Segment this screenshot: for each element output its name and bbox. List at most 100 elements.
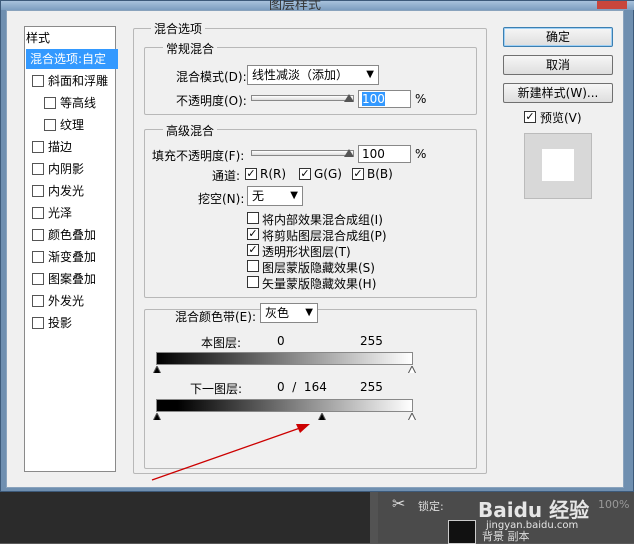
style-item-label: 外发光 <box>48 294 85 308</box>
advanced-option-label: 透明形状图层(T) <box>262 245 351 259</box>
advanced-option-checkbox[interactable] <box>247 260 259 272</box>
style-item[interactable]: 颜色叠加 <box>26 225 114 245</box>
opacity-unit: % <box>415 92 427 106</box>
opacity-value: 100 <box>362 92 385 106</box>
advanced-option-label: 将内部效果混合成组(I) <box>262 213 383 227</box>
style-item[interactable]: 光泽 <box>26 203 114 223</box>
style-item-checkbox[interactable] <box>32 184 44 197</box>
style-item-checkbox[interactable] <box>32 294 44 307</box>
preview-checkbox[interactable]: ✓ <box>524 111 536 123</box>
canvas-area <box>0 492 370 543</box>
style-item[interactable]: 等高线 <box>26 93 114 113</box>
this-layer-black-slider[interactable] <box>153 366 161 373</box>
underlying-high-value: 255 <box>360 380 383 394</box>
opacity-slider[interactable] <box>251 95 354 101</box>
style-item[interactable]: 图案叠加 <box>26 269 114 289</box>
style-item[interactable]: 渐变叠加 <box>26 247 114 267</box>
style-item[interactable]: 斜面和浮雕 <box>26 71 114 91</box>
channel-b-label: B(B) <box>367 167 393 181</box>
style-item[interactable]: 混合选项:自定 <box>26 49 118 69</box>
opacity-slider-thumb[interactable] <box>344 94 354 102</box>
chevron-down-icon: ▼ <box>290 190 298 201</box>
styles-list: 样式 混合选项:自定斜面和浮雕等高线纹理描边内阴影内发光光泽颜色叠加渐变叠加图案… <box>24 26 118 472</box>
advanced-option-label: 矢量蒙版隐藏效果(H) <box>262 277 377 291</box>
style-item-label: 等高线 <box>60 96 97 110</box>
fill-opacity-slider-thumb[interactable] <box>344 149 354 157</box>
style-item[interactable]: 内阴影 <box>26 159 114 179</box>
blend-mode-select[interactable]: 线性减淡（添加） ▼ <box>247 65 379 85</box>
style-item-label: 图案叠加 <box>48 272 97 286</box>
layer-thumbnail[interactable] <box>448 520 476 544</box>
style-item-label: 纹理 <box>60 118 85 132</box>
style-item-label: 渐变叠加 <box>48 250 97 264</box>
channel-r-label: R(R) <box>260 167 287 181</box>
close-button[interactable] <box>597 1 627 9</box>
new-style-button[interactable]: 新建样式(W)... <box>503 83 613 103</box>
lock-label: 锁定: <box>418 500 444 513</box>
style-item-label: 内发光 <box>48 184 85 198</box>
style-item-label: 内阴影 <box>48 162 85 176</box>
blend-mode-value: 线性减淡（添加） <box>252 68 349 82</box>
blend-if-select[interactable]: 灰色 ▼ <box>260 303 318 323</box>
fill-opacity-input[interactable]: 100 <box>358 145 411 163</box>
style-item-label: 颜色叠加 <box>48 228 97 242</box>
baidu-watermark-url: jingyan.baidu.com <box>486 520 579 531</box>
style-item[interactable]: 描边 <box>26 137 114 157</box>
style-item-label: 光泽 <box>48 206 73 220</box>
channel-r-checkbox[interactable]: ✓ <box>245 168 257 180</box>
opacity-input[interactable]: 100 <box>358 90 411 108</box>
advanced-option-checkbox[interactable]: ✓ <box>247 228 259 240</box>
fill-opacity-slider[interactable] <box>251 150 354 156</box>
this-layer-high-value: 255 <box>360 334 383 348</box>
advanced-option-label: 图层蒙版隐藏效果(S) <box>262 261 375 275</box>
underlying-white-slider[interactable] <box>408 413 416 420</box>
channel-g-checkbox[interactable]: ✓ <box>299 168 311 180</box>
opacity-label: 不透明度(O): <box>176 94 247 108</box>
underlying-gradient <box>156 399 413 412</box>
blend-if-label: 混合颜色带(E): <box>175 310 256 324</box>
knockout-label: 挖空(N): <box>198 192 245 206</box>
styles-header[interactable]: 样式 <box>26 28 114 48</box>
layer-opacity-fragment: 100% <box>598 498 630 511</box>
advanced-option-checkbox[interactable] <box>247 212 259 224</box>
annotation-arrow <box>151 424 310 481</box>
cancel-button[interactable]: 取消 <box>503 55 613 75</box>
channel-b-checkbox[interactable]: ✓ <box>352 168 364 180</box>
style-item-label: 投影 <box>48 316 73 330</box>
advanced-option-checkbox[interactable]: ✓ <box>247 244 259 256</box>
style-item-checkbox[interactable] <box>32 272 44 285</box>
style-preview-thumbnail <box>524 133 592 199</box>
style-item-checkbox[interactable] <box>32 162 44 175</box>
ok-button[interactable]: 确定 <box>503 27 613 47</box>
tools-icon: ✂ <box>392 494 406 513</box>
style-item[interactable]: 投影 <box>26 313 114 333</box>
this-layer-low-value: 0 <box>277 334 285 348</box>
style-item-label: 混合选项:自定 <box>30 52 107 66</box>
underlying-layer-label: 下一图层: <box>190 382 243 396</box>
knockout-value: 无 <box>252 189 265 203</box>
style-item[interactable]: 外发光 <box>26 291 114 311</box>
knockout-select[interactable]: 无 ▼ <box>247 186 303 206</box>
style-item-checkbox[interactable] <box>32 316 44 329</box>
style-item[interactable]: 纹理 <box>26 115 114 135</box>
style-item[interactable]: 内发光 <box>26 181 114 201</box>
style-item-checkbox[interactable] <box>44 96 56 109</box>
advanced-option-checkbox[interactable] <box>247 276 259 288</box>
style-item-label: 描边 <box>48 140 73 154</box>
baidu-watermark-logo: Baidu 经验 <box>478 498 590 522</box>
style-item-checkbox[interactable] <box>32 228 44 241</box>
style-item-checkbox[interactable] <box>44 118 56 131</box>
blend-mode-label: 混合模式(D): <box>176 70 247 84</box>
blend-options-title: 混合选项 <box>151 20 206 37</box>
advanced-blending-title: 高级混合 <box>163 122 218 139</box>
advanced-option-label: 将剪贴图层混合成组(P) <box>262 229 387 243</box>
style-item-checkbox[interactable] <box>32 74 44 87</box>
chevron-down-icon: ▼ <box>305 307 313 318</box>
style-item-checkbox[interactable] <box>32 140 44 153</box>
general-blending-title: 常规混合 <box>163 40 218 57</box>
underlying-low-values: 0 / 164 <box>277 380 327 394</box>
style-item-checkbox[interactable] <box>32 250 44 263</box>
style-item-checkbox[interactable] <box>32 206 44 219</box>
this-layer-white-slider[interactable] <box>408 366 416 373</box>
fill-opacity-unit: % <box>415 147 427 161</box>
